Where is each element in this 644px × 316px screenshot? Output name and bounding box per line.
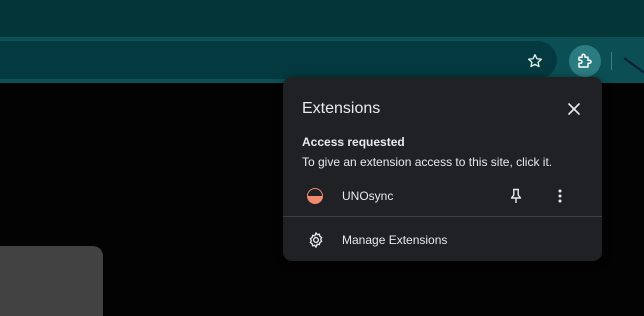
more-vert-icon[interactable] (550, 186, 570, 206)
tab-strip (0, 0, 644, 37)
avatar[interactable] (618, 44, 644, 78)
extension-row-unosync[interactable]: UNOsync (283, 181, 602, 211)
extension-name: UNOsync (342, 189, 394, 203)
star-icon[interactable] (521, 47, 549, 75)
close-icon[interactable] (564, 99, 584, 119)
puzzle-icon (578, 53, 592, 68)
toolbar-separator (611, 52, 612, 70)
popup-divider (283, 216, 602, 217)
popup-title: Extensions (302, 100, 381, 117)
gear-icon (307, 231, 325, 249)
access-requested-heading: Access requested (302, 135, 405, 149)
access-requested-description: To give an extension access to this site… (302, 155, 553, 169)
manage-extensions-button[interactable]: Manage Extensions (283, 226, 602, 254)
manage-extensions-label: Manage Extensions (342, 233, 448, 247)
extensions-popup: Extensions Access requested To give an e… (283, 77, 602, 261)
address-bar[interactable] (0, 41, 557, 79)
pin-icon[interactable] (506, 186, 526, 206)
unosync-icon (307, 188, 323, 204)
extensions-button[interactable] (569, 45, 601, 77)
